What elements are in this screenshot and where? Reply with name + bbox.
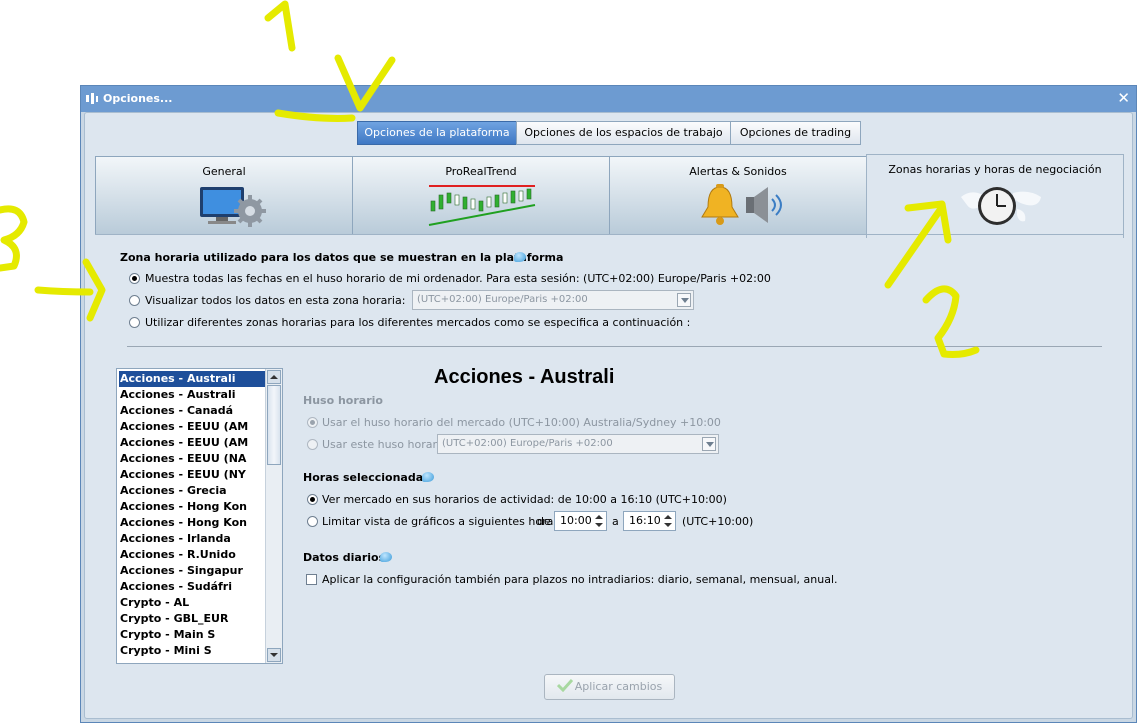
list-item[interactable]: Acciones - Australi [119,387,266,403]
stepper-up-icon[interactable] [593,513,605,521]
list-scrollbar[interactable] [265,369,282,663]
divider [127,346,1102,347]
trend-chart-icon [428,185,536,226]
tab-workspace-options[interactable]: Opciones de los espacios de trabajo [516,121,731,145]
list-item[interactable]: Acciones - Hong Kon [119,515,266,531]
list-item[interactable]: Acciones - Sudáfri [119,579,266,595]
list-item[interactable]: Acciones - Singapur [119,563,266,579]
tz-suffix: (UTC+10:00) [682,515,754,528]
close-icon[interactable]: ✕ [1117,89,1130,107]
scroll-up-button[interactable] [267,370,281,384]
to-label: a [612,515,619,528]
market-list[interactable]: Acciones - Australi Acciones - Australi … [116,368,283,664]
app-icon [86,93,98,104]
chevron-down-icon [702,437,716,451]
apply-changes-label: Aplicar cambios [574,680,663,693]
radio-custom-timezone-label: Usar este huso horario: [322,438,451,451]
scroll-thumb[interactable] [267,385,281,465]
custom-timezone-value: (UTC+02:00) Europe/Paris +02:00 [442,438,613,449]
daily-checkbox[interactable] [306,574,317,585]
list-item[interactable]: Acciones - R.Unido [119,547,266,563]
stepper-down-icon[interactable] [662,521,674,529]
huso-heading: Huso horario [303,394,383,407]
info-icon[interactable] [514,252,526,262]
to-time-value: 16:10 [629,514,661,527]
from-time-stepper[interactable]: 10:00 [554,511,607,531]
radio-per-market-timezone-label: Utilizar diferentes zonas horarias para … [145,316,691,329]
radio-market-timezone[interactable] [307,417,318,428]
daily-heading: Datos diarios [303,551,386,564]
bell-speaker-icon [701,184,782,225]
list-item[interactable]: Acciones - EEUU (NA [119,451,266,467]
stepper-arrows[interactable] [662,513,674,529]
list-item[interactable]: Acciones - Irlanda [119,531,266,547]
tab-general[interactable]: General [95,156,353,234]
horas-heading: Horas seleccionadas [303,471,430,484]
radio-limit-hours[interactable] [307,516,318,527]
list-item[interactable]: Acciones - EEUU (AM [119,419,266,435]
timezone-select[interactable]: (UTC+02:00) Europe/Paris +02:00 [412,290,694,310]
list-item[interactable]: Acciones - EEUU (NY [119,467,266,483]
tab-prorealtrend[interactable]: ProRealTrend [352,156,610,234]
tab-general-label: General [202,165,246,178]
stepper-arrows[interactable] [593,513,605,529]
info-icon[interactable] [380,552,392,562]
tab-time-zones[interactable]: Zonas horarias y horas de negociación [866,154,1124,238]
checkmark-icon [556,678,573,693]
radio-specific-timezone-label: Visualizar todos los datos en esta zona … [145,294,406,307]
market-title: Acciones - Australi [434,366,615,388]
to-time-stepper[interactable]: 16:10 [623,511,676,531]
tab-prorealtrend-label: ProRealTrend [445,165,517,178]
list-item[interactable]: Crypto - Mini S [119,643,266,659]
timezone-select-value: (UTC+02:00) Europe/Paris +02:00 [417,294,588,305]
list-item[interactable]: Acciones - Hong Kon [119,499,266,515]
stepper-down-icon[interactable] [593,521,605,529]
custom-timezone-select[interactable]: (UTC+02:00) Europe/Paris +02:00 [437,434,719,454]
info-icon[interactable] [422,472,434,482]
list-item[interactable]: Acciones - EEUU (AM [119,435,266,451]
tab-trading-options[interactable]: Opciones de trading [730,121,861,145]
list-item[interactable]: Crypto - Main S [119,627,266,643]
radio-market-hours[interactable] [307,494,318,505]
tab-alerts-sounds[interactable]: Alertas & Sonidos [609,156,867,234]
world-clock-icon [961,187,1041,225]
radio-limit-hours-label: Limitar vista de gráficos a siguientes h… [322,515,560,528]
radio-market-hours-label: Ver mercado en sus horarios de actividad… [322,493,727,506]
window-title: Opciones... [103,92,173,105]
tab-label: Opciones de los espacios de trabajo [524,126,723,139]
radio-computer-timezone-label: Muestra todas las fechas en el huso hora… [145,272,771,285]
radio-specific-timezone[interactable] [129,295,140,306]
list-item[interactable]: Crypto - GBL_EUR [119,611,266,627]
tab-platform-options[interactable]: Opciones de la plataforma [357,121,517,145]
monitor-gear-icon [200,187,266,227]
from-time-value: 10:00 [560,514,592,527]
radio-market-timezone-label: Usar el huso horario del mercado (UTC+10… [322,416,721,429]
timezone-heading: Zona horaria utilizado para los datos qu… [120,251,564,264]
list-item[interactable]: Acciones - Australi [119,371,266,387]
chevron-down-icon [677,293,691,307]
tab-label: Opciones de trading [739,126,852,139]
list-item[interactable]: Crypto - AL [119,595,266,611]
apply-changes-button[interactable]: Aplicar cambios [544,674,675,700]
title-bar: Opciones... ✕ [81,86,1136,112]
daily-checkbox-label: Aplicar la configuración también para pl… [322,573,838,586]
from-label: de [537,515,551,528]
list-item[interactable]: Acciones - Canadá [119,403,266,419]
radio-per-market-timezone[interactable] [129,317,140,328]
scroll-down-button[interactable] [267,648,281,662]
chevron-down-icon [270,653,278,657]
list-item[interactable]: Acciones - Grecia [119,483,266,499]
chevron-up-icon [270,375,278,379]
radio-custom-timezone[interactable] [307,439,318,450]
radio-computer-timezone[interactable] [129,273,140,284]
tab-time-zones-label: Zonas horarias y horas de negociación [888,163,1102,176]
stepper-up-icon[interactable] [662,513,674,521]
tab-alerts-label: Alertas & Sonidos [689,165,787,178]
tab-label: Opciones de la plataforma [364,126,510,139]
